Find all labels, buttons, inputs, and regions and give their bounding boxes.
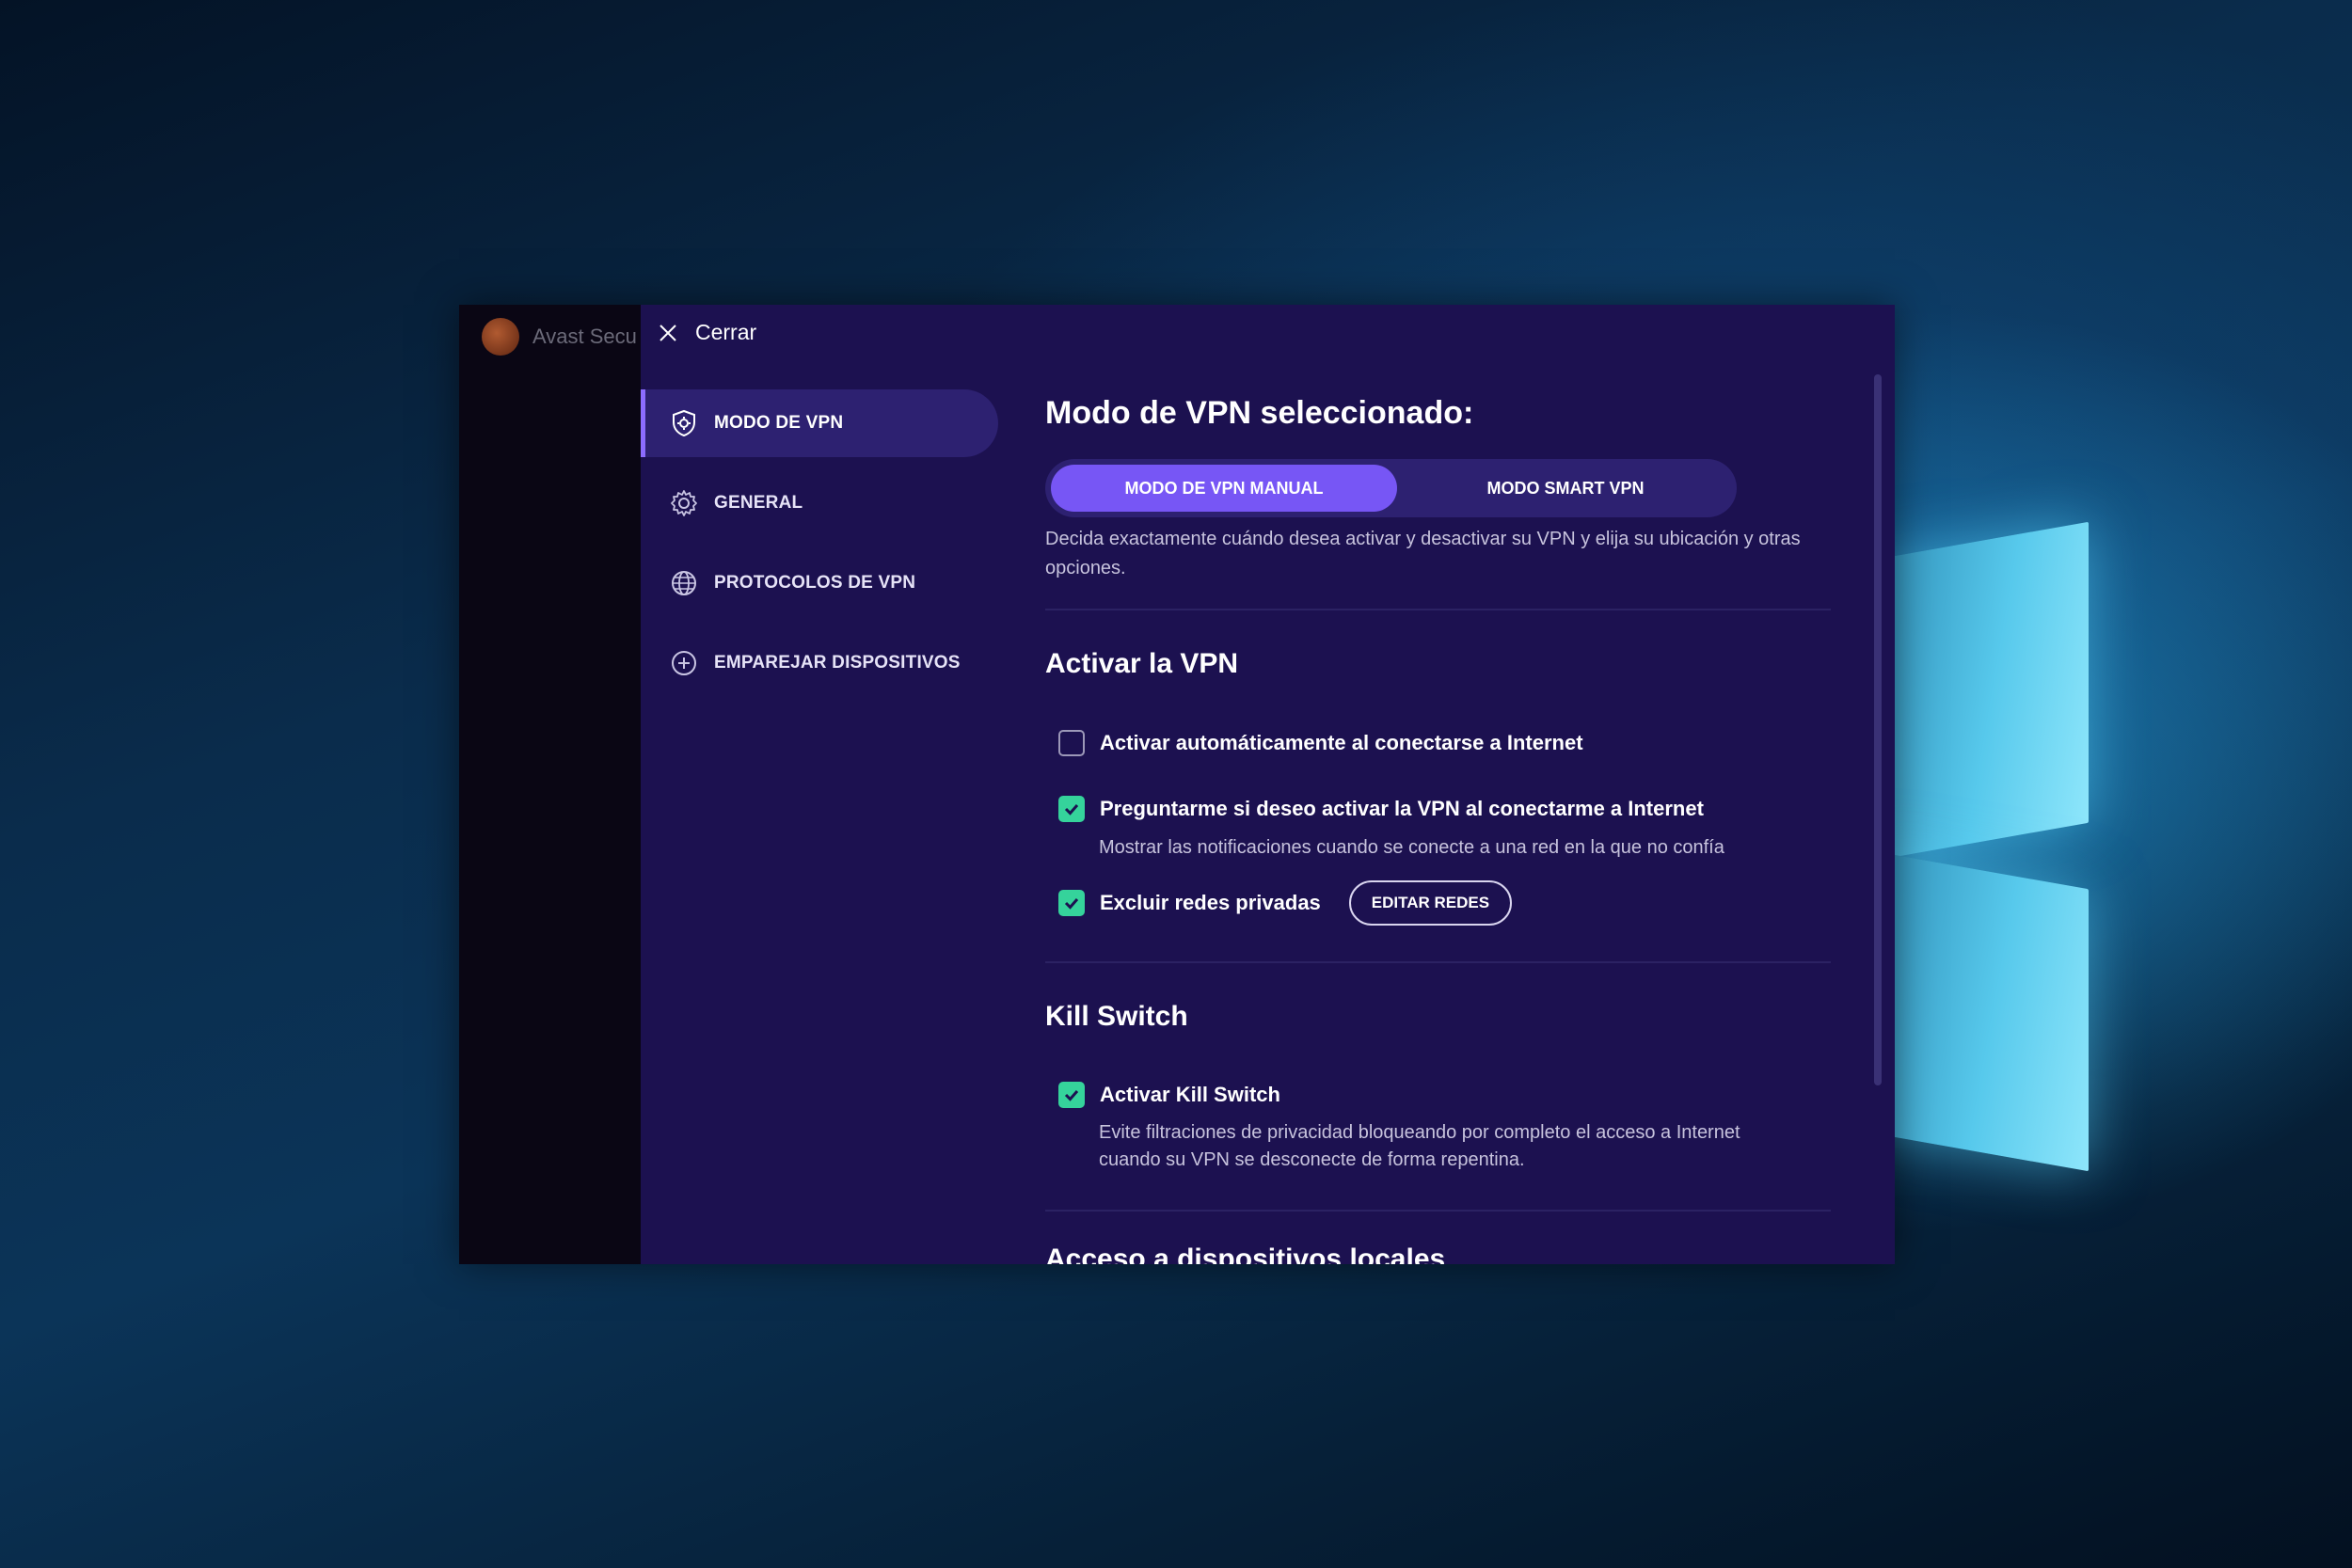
nav-item-label: MODO DE VPN xyxy=(714,413,844,433)
kill-switch-option: Activar Kill Switch xyxy=(1058,1082,1280,1108)
gear-icon xyxy=(671,490,697,516)
nav-item-vpn-mode[interactable]: MODO DE VPN xyxy=(641,389,998,457)
ask-activate-option: Preguntarme si deseo activar la VPN al c… xyxy=(1058,796,1704,822)
checkmark-icon xyxy=(1064,804,1079,816)
settings-nav: MODO DE VPN GENERAL PROTOCOLOS DE VPN EM… xyxy=(641,389,998,709)
manual-vpn-mode-button[interactable]: MODO DE VPN MANUAL xyxy=(1051,465,1397,512)
page-title: Modo de VPN seleccionado: xyxy=(1045,395,1474,431)
divider xyxy=(1045,961,1831,963)
kill-switch-sublabel: Evite filtraciones de privacidad bloquea… xyxy=(1099,1122,1740,1170)
checkmark-icon xyxy=(1064,1090,1079,1101)
nav-item-label: EMPAREJAR DISPOSITIVOS xyxy=(714,653,961,673)
settings-panel: Cerrar MODO DE VPN GENERAL PROTOCOLOS DE… xyxy=(641,305,1895,1264)
kill-switch-heading: Kill Switch xyxy=(1045,1001,1188,1032)
avast-app-window: Avast Secu Cerrar MODO DE VPN GENERAL PR… xyxy=(459,305,1895,1264)
exclude-private-networks-option: Excluir redes privadas EDITAR REDES xyxy=(1058,880,1513,926)
avast-logo-icon xyxy=(482,318,519,356)
close-icon xyxy=(660,324,676,341)
auto-activate-checkbox[interactable] xyxy=(1058,730,1085,756)
close-label: Cerrar xyxy=(695,320,757,344)
vpn-mode-toggle: MODO DE VPN MANUAL MODO SMART VPN xyxy=(1045,459,1737,517)
windows-logo-pane-top xyxy=(1872,521,2089,862)
close-button[interactable]: Cerrar xyxy=(658,320,756,345)
app-brand: Avast Secu xyxy=(482,318,637,356)
smart-vpn-mode-button[interactable]: MODO SMART VPN xyxy=(1401,465,1730,512)
exclude-private-networks-checkbox[interactable] xyxy=(1058,890,1085,916)
ask-activate-checkbox[interactable] xyxy=(1058,796,1085,822)
mode-description: Decida exactamente cuándo desea activar … xyxy=(1045,529,1801,578)
divider xyxy=(1045,609,1831,610)
nav-item-vpn-protocols[interactable]: PROTOCOLOS DE VPN xyxy=(641,549,998,617)
windows-logo xyxy=(1872,466,2117,1180)
nav-item-label: GENERAL xyxy=(714,493,803,513)
ask-activate-sublabel: Mostrar las notificaciones cuando se con… xyxy=(1099,837,1724,858)
kill-switch-label: Activar Kill Switch xyxy=(1100,1083,1280,1106)
auto-activate-label: Activar automáticamente al conectarse a … xyxy=(1100,731,1583,754)
app-title: Avast Secu xyxy=(532,325,637,348)
activate-vpn-heading: Activar la VPN xyxy=(1045,648,1239,679)
local-devices-heading: Acceso a dispositivos locales xyxy=(1045,1243,1446,1264)
globe-icon xyxy=(672,571,696,595)
app-sidebar-background: Avast Secu xyxy=(459,305,641,1264)
nav-item-general[interactable]: GENERAL xyxy=(641,469,998,537)
checkmark-icon xyxy=(1064,898,1079,910)
kill-switch-checkbox[interactable] xyxy=(1058,1082,1085,1108)
ask-activate-label: Preguntarme si deseo activar la VPN al c… xyxy=(1100,797,1704,820)
plus-circle-icon xyxy=(672,651,696,675)
scrollbar[interactable] xyxy=(1874,374,1882,1085)
edit-networks-button[interactable]: EDITAR REDES xyxy=(1348,880,1513,926)
exclude-private-networks-label: Excluir redes privadas xyxy=(1100,891,1321,914)
windows-logo-pane-bottom xyxy=(1872,850,2089,1172)
nav-item-label: PROTOCOLOS DE VPN xyxy=(714,573,916,593)
auto-activate-option: Activar automáticamente al conectarse a … xyxy=(1058,730,1583,756)
shield-gear-icon xyxy=(673,409,695,437)
nav-item-pair-devices[interactable]: EMPAREJAR DISPOSITIVOS xyxy=(641,629,998,697)
divider xyxy=(1045,1210,1831,1212)
